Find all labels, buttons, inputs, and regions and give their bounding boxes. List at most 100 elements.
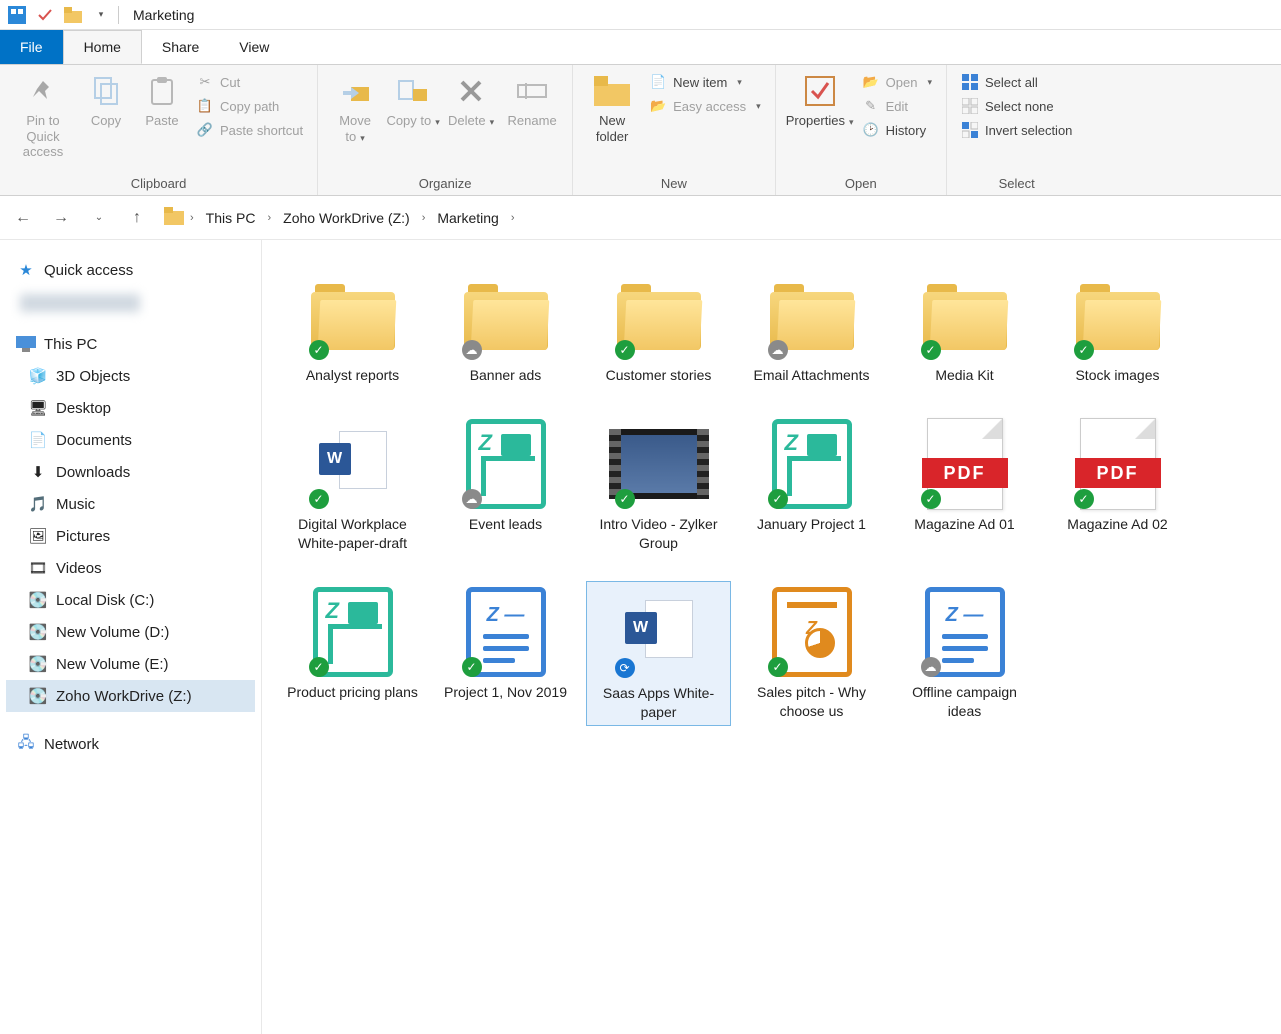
sync-badge-icon: ⟳ [615, 658, 635, 678]
folder-icon [62, 4, 84, 26]
file-item[interactable]: ✓Intro Video - Zylker Group [586, 413, 731, 557]
copyto-button[interactable]: Copy to [384, 69, 442, 133]
edit-button[interactable]: ✎Edit [862, 97, 932, 115]
nav-back-button[interactable]: ← [6, 203, 40, 233]
copypath-button[interactable]: 📋Copy path [196, 97, 303, 115]
chevron-right-icon[interactable]: › [509, 212, 517, 224]
selectnone-button[interactable]: Select none [961, 97, 1072, 115]
copy-button[interactable]: Copy [78, 69, 134, 133]
crumb-drive[interactable]: Zoho WorkDrive (Z:) [277, 206, 416, 230]
file-thumb: ☁ [762, 268, 862, 362]
file-item[interactable]: ☁Banner ads [433, 264, 578, 389]
file-item[interactable]: ✓Analyst reports [280, 264, 425, 389]
pin-quick-access-button[interactable]: Pin to Quick access [8, 69, 78, 164]
file-name: Email Attachments [754, 366, 870, 385]
pasteshortcut-button[interactable]: 🔗Paste shortcut [196, 121, 303, 139]
open-icon: 📂 [862, 73, 880, 91]
network-icon: 🖧 [16, 734, 36, 754]
qa-properties-icon[interactable] [34, 4, 56, 26]
file-thumb: W✓ [303, 417, 403, 511]
file-item[interactable]: ✓ Stock images [1045, 264, 1190, 389]
sidebar-item-label: Videos [56, 560, 102, 577]
crumb-folder[interactable]: Marketing [431, 206, 504, 230]
file-name: January Project 1 [757, 515, 866, 534]
sync-badge-icon: ✓ [921, 340, 941, 360]
sidebar-item[interactable]: 🖼Pictures [6, 520, 255, 552]
sync-badge-icon: ☁ [768, 340, 788, 360]
chevron-right-icon[interactable]: › [420, 212, 428, 224]
file-thumb: Z✓ [762, 585, 862, 679]
file-thumb: ☁ [456, 417, 556, 511]
sidebar-item[interactable]: 🎵Music [6, 488, 255, 520]
file-item[interactable]: PDF✓Magazine Ad 01 [892, 413, 1037, 557]
sidebar-item[interactable]: 📄Documents [6, 424, 255, 456]
delete-button[interactable]: Delete [442, 69, 500, 133]
file-item[interactable]: ✓January Project 1 [739, 413, 884, 557]
file-thumb: ✓ [1068, 268, 1168, 362]
drive-icon: ⬇ [28, 462, 48, 482]
sidebar-item[interactable]: 💽Local Disk (C:) [6, 584, 255, 616]
sidebar-quick-access[interactable]: ★ Quick access [6, 254, 255, 286]
invertselection-button[interactable]: Invert selection [961, 121, 1072, 139]
sidebar-item[interactable]: 💽New Volume (E:) [6, 648, 255, 680]
sidebar-item[interactable]: 🖥Desktop [6, 392, 255, 424]
nav-forward-button[interactable]: → [44, 203, 78, 233]
chevron-right-icon[interactable]: › [265, 212, 273, 224]
file-name: Sales pitch - Why choose us [743, 683, 880, 721]
crumb-thispc[interactable]: This PC [200, 206, 262, 230]
file-area[interactable]: ✓Analyst reports☁Banner ads✓Customer sto… [262, 240, 1281, 1034]
breadcrumb-root-icon[interactable] [164, 207, 184, 228]
history-button[interactable]: 🕑History [862, 121, 932, 139]
file-item[interactable]: ☁ Event leads [433, 413, 578, 557]
file-item[interactable]: W✓Digital Workplace White-paper-draft [280, 413, 425, 557]
open-button[interactable]: 📂Open [862, 73, 932, 91]
file-name: Event leads [469, 515, 542, 534]
sidebar-network[interactable]: 🖧 Network [6, 728, 255, 760]
moveto-button[interactable]: Move to [326, 69, 384, 148]
file-thumb: ✓ [303, 585, 403, 679]
properties-button[interactable]: Properties [784, 69, 856, 133]
file-item[interactable]: ☁ Email Attachments [739, 264, 884, 389]
edit-icon: ✎ [862, 97, 880, 115]
file-item[interactable]: ✓Product pricing plans [280, 581, 425, 727]
file-name: Media Kit [935, 366, 993, 385]
sidebar-item[interactable]: ⬇Downloads [6, 456, 255, 488]
file-item[interactable]: ✓ Media Kit [892, 264, 1037, 389]
sidebar-item-label: Music [56, 496, 95, 513]
file-item[interactable]: PDF✓Magazine Ad 02 [1045, 413, 1190, 557]
nav-recent-button[interactable]: ⌄ [82, 203, 116, 233]
sidebar-item[interactable]: 💽New Volume (D:) [6, 616, 255, 648]
drive-icon: 🎞 [28, 558, 48, 578]
newfolder-button[interactable]: New folder [581, 69, 643, 148]
chevron-right-icon[interactable]: › [188, 212, 196, 224]
file-item[interactable]: Z —☁Offline campaign ideas [892, 581, 1037, 727]
cut-button[interactable]: ✂Cut [196, 73, 303, 91]
sync-badge-icon: ✓ [921, 489, 941, 509]
file-item[interactable]: Z —✓Project 1, Nov 2019 [433, 581, 578, 727]
sync-badge-icon: ✓ [768, 657, 788, 677]
sidebar-item[interactable]: 💽Zoho WorkDrive (Z:) [6, 680, 255, 712]
tab-home[interactable]: Home [63, 30, 142, 64]
nav-up-button[interactable]: ↑ [120, 203, 154, 233]
sidebar-thispc[interactable]: This PC [6, 328, 255, 360]
sync-badge-icon: ✓ [462, 657, 482, 677]
tab-share[interactable]: Share [142, 30, 219, 64]
delete-icon [453, 73, 489, 109]
sidebar-item[interactable]: 🎞 Videos [6, 552, 255, 584]
tab-view[interactable]: View [219, 30, 289, 64]
ribbon-tabs: File Home Share View [0, 30, 1281, 64]
paste-button[interactable]: Paste [134, 69, 190, 133]
file-item[interactable]: Z✓ Sales pitch - Why choose us [739, 581, 884, 727]
selectall-button[interactable]: Select all [961, 73, 1072, 91]
easyaccess-icon: 📂 [649, 97, 667, 115]
newitem-button[interactable]: 📄New item [649, 73, 761, 91]
rename-button[interactable]: Rename [500, 69, 564, 133]
file-name: Stock images [1075, 366, 1159, 385]
drive-icon: 🖥 [28, 398, 48, 418]
tab-file[interactable]: File [0, 30, 63, 64]
sidebar-item[interactable]: 🧊3D Objects [6, 360, 255, 392]
easyaccess-button[interactable]: 📂Easy access [649, 97, 761, 115]
file-item[interactable]: W⟳Saas Apps White-paper [586, 581, 731, 727]
qa-dropdown-icon[interactable]: ▾ [90, 4, 112, 26]
file-item[interactable]: ✓Customer stories [586, 264, 731, 389]
